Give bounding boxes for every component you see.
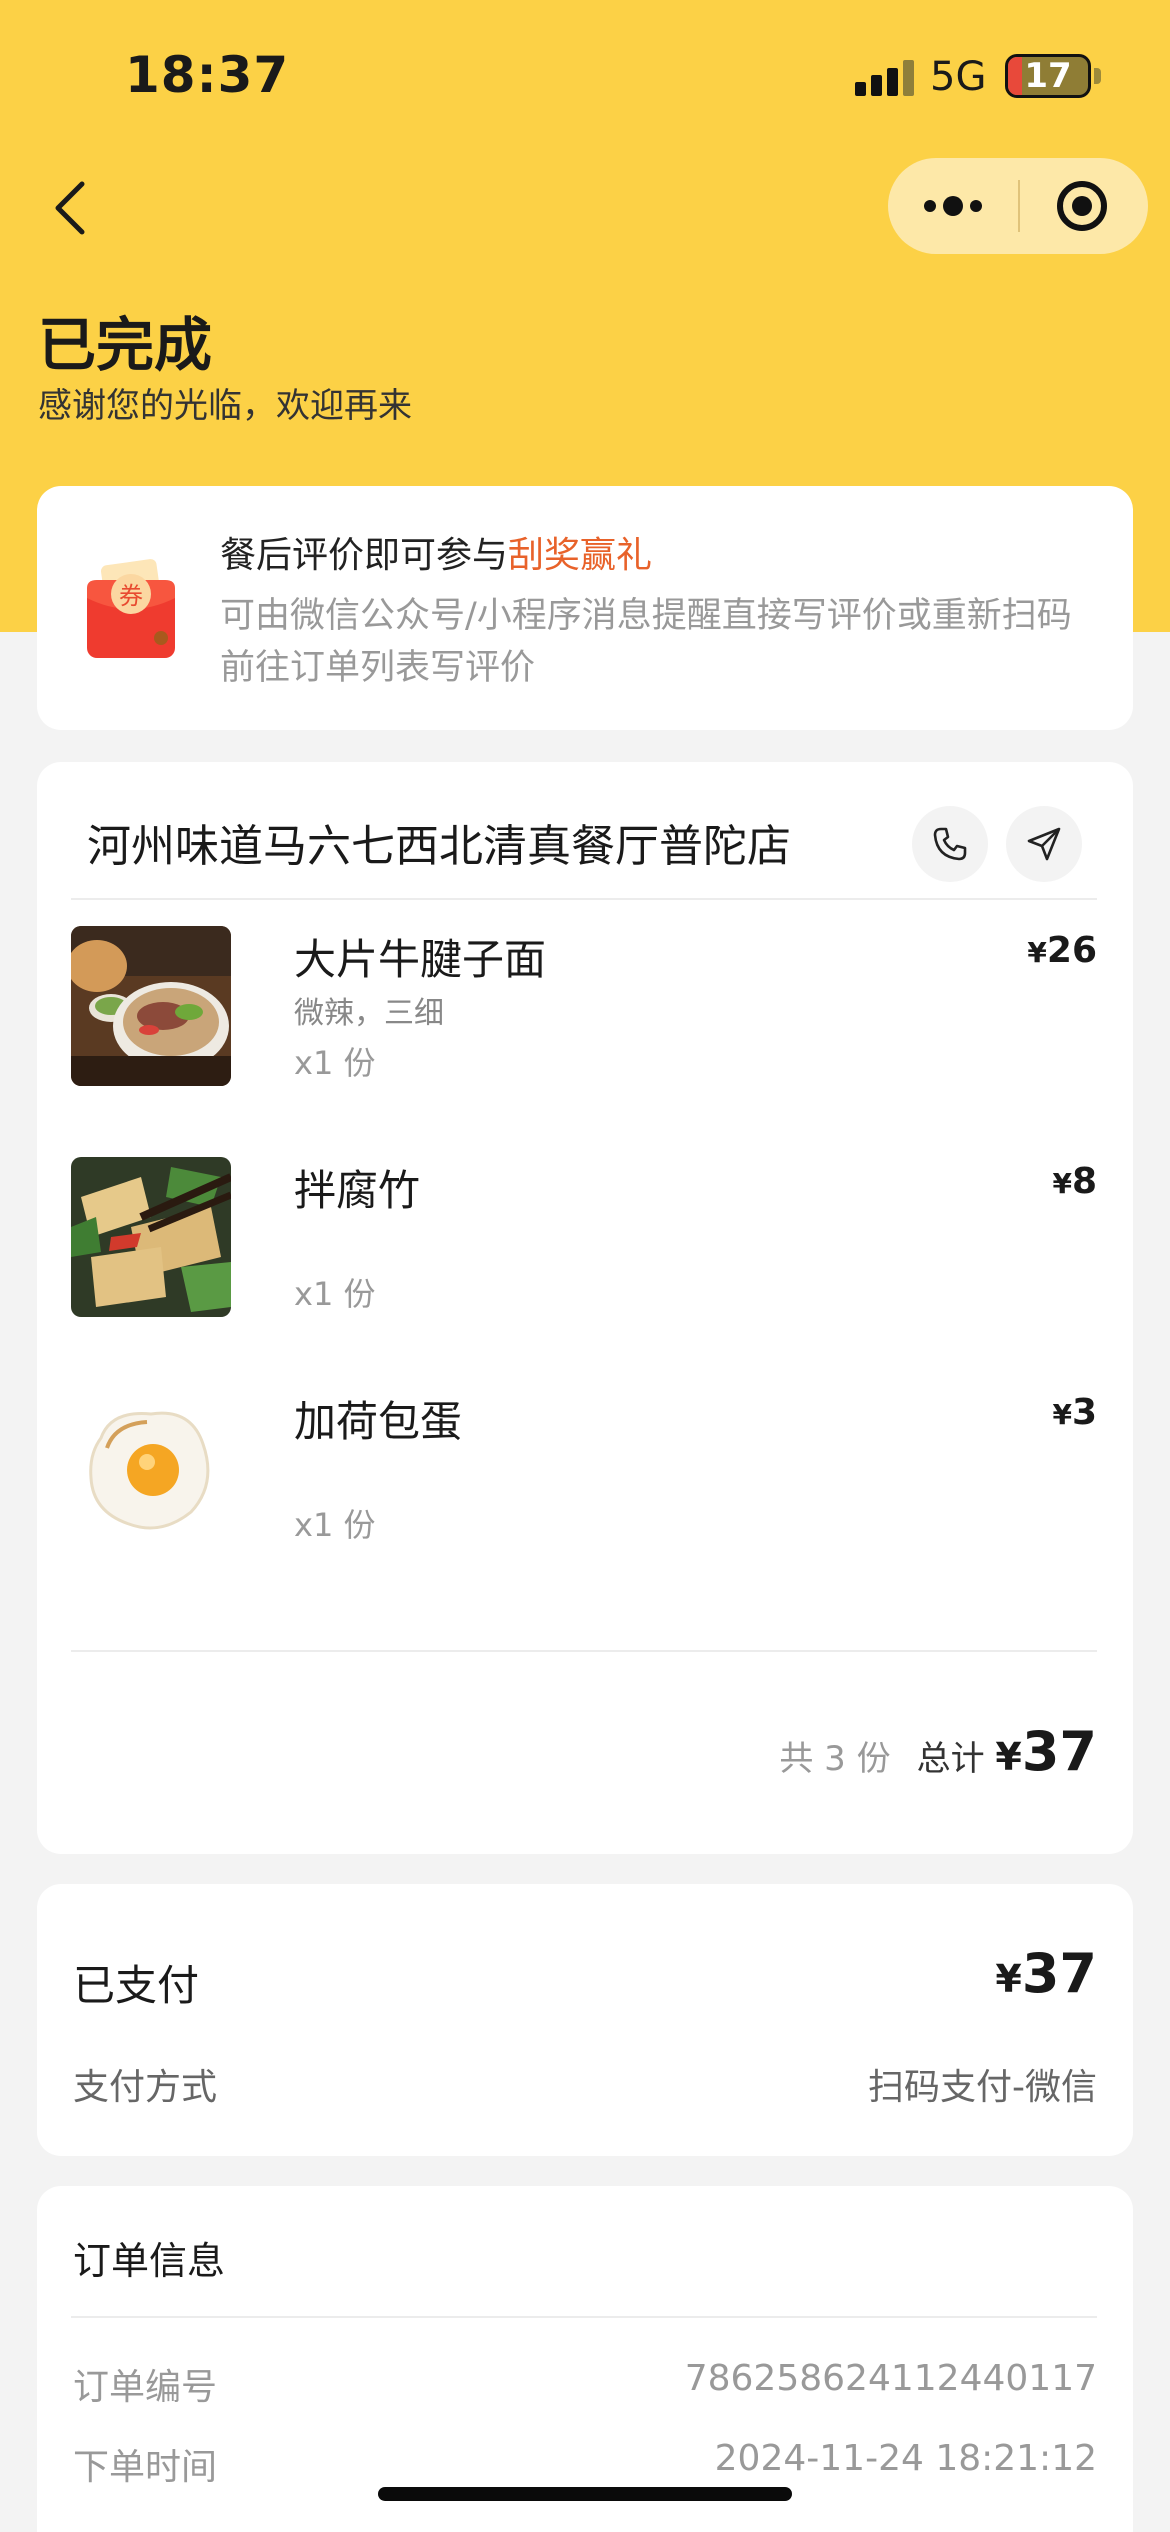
order-item[interactable]: 加荷包蛋 x1 份 ¥3 xyxy=(71,1388,1097,1548)
promo-description: 可由微信公众号/小程序消息提醒直接写评价或重新扫码前往订单列表写评价 xyxy=(220,596,1072,688)
currency-symbol: ¥ xyxy=(1027,936,1047,969)
network-label: 5G xyxy=(930,54,987,100)
order-items-card: 河州味道马六七西北清真餐厅普陀店 大片牛腱子面 微辣，三细 x1 份 ¥26 拌… xyxy=(37,762,1133,1854)
item-spec: 微辣，三细 xyxy=(294,996,444,1031)
item-quantity: x1 份 xyxy=(294,1275,376,1313)
order-summary: 共 3 份总计 ¥37 xyxy=(779,1720,1097,1783)
chevron-left-icon xyxy=(55,181,85,235)
currency-symbol: ¥ xyxy=(995,1735,1022,1779)
summary-divider xyxy=(71,1650,1097,1652)
signal-icon xyxy=(855,60,915,96)
item-price-value: 26 xyxy=(1046,930,1097,971)
page-title: 已完成 xyxy=(38,311,213,379)
beef-noodle-photo xyxy=(71,926,231,1086)
status-bar: 18:37 5G 17 xyxy=(0,0,1170,150)
order-time-row: 下单时间 2024-11-24 18:21:12 xyxy=(73,2438,1097,2488)
page-subtitle: 感谢您的光临，欢迎再来 xyxy=(38,386,412,426)
currency-symbol: ¥ xyxy=(1052,1398,1072,1431)
order-time-value: 2024-11-24 18:21:12 xyxy=(714,2438,1097,2479)
payment-method-value: 扫码支付-微信 xyxy=(868,2067,1097,2108)
order-info-title: 订单信息 xyxy=(73,2239,226,2283)
store-divider xyxy=(71,898,1097,900)
item-name: 大片牛腱子面 xyxy=(294,935,547,984)
total-amount-value: 37 xyxy=(1021,1720,1097,1783)
coupon-icon-text: 券 xyxy=(119,582,143,610)
currency-symbol: ¥ xyxy=(1052,1167,1072,1200)
fried-egg-photo xyxy=(71,1388,231,1548)
battery-percent: 17 xyxy=(1024,56,1072,96)
red-packet-coupon-icon: 券 xyxy=(85,558,177,660)
paid-amount-value: 37 xyxy=(1021,1942,1097,2005)
item-price: ¥8 xyxy=(1052,1161,1097,1202)
store-name[interactable]: 河州味道马六七西北清真餐厅普陀店 xyxy=(87,810,791,874)
more-dots-icon[interactable] xyxy=(888,158,1018,254)
home-indicator[interactable] xyxy=(378,2487,792,2501)
total-label: 总计 xyxy=(916,1739,985,1779)
mini-program-capsule xyxy=(888,158,1148,254)
item-price-value: 3 xyxy=(1071,1392,1097,1433)
item-name: 拌腐竹 xyxy=(294,1166,421,1215)
battery-icon: 17 xyxy=(1005,54,1091,98)
payment-card: 已支付 ¥37 支付方式 扫码支付-微信 xyxy=(37,1884,1133,2156)
paid-label: 已支付 xyxy=(73,1961,200,2010)
item-price-value: 8 xyxy=(1071,1161,1097,1202)
currency-symbol: ¥ xyxy=(995,1957,1022,2001)
info-label: 下单时间 xyxy=(73,2447,218,2488)
order-info-card: 订单信息 订单编号 786258624112440117 下单时间 2024-1… xyxy=(37,2186,1133,2532)
item-price: ¥3 xyxy=(1052,1392,1097,1433)
item-quantity: x1 份 xyxy=(294,1506,376,1544)
promo-title: 餐后评价即可参与刮奖赢礼 xyxy=(220,526,652,578)
phone-icon xyxy=(933,827,967,861)
item-quantity: x1 份 xyxy=(294,1044,376,1082)
call-store-button[interactable] xyxy=(912,806,988,882)
battery-cap xyxy=(1094,68,1101,84)
item-price: ¥26 xyxy=(1027,930,1097,971)
info-label: 订单编号 xyxy=(73,2367,218,2408)
tofu-skin-salad-photo xyxy=(71,1157,231,1317)
order-number-value[interactable]: 786258624112440117 xyxy=(685,2358,1097,2399)
total-amount: ¥37 xyxy=(995,1720,1097,1783)
order-item[interactable]: 大片牛腱子面 微辣，三细 x1 份 ¥26 xyxy=(71,926,1097,1086)
back-button[interactable] xyxy=(38,168,108,248)
payment-method-label: 支付方式 xyxy=(73,2067,218,2108)
navigate-store-button[interactable] xyxy=(1006,806,1082,882)
order-item[interactable]: 拌腐竹 x1 份 ¥8 xyxy=(71,1157,1097,1317)
promo-title-accent: 刮奖赢礼 xyxy=(508,535,653,576)
navigation-arrow-icon xyxy=(1027,827,1061,861)
review-promo-card[interactable]: 券 餐后评价即可参与刮奖赢礼 可由微信公众号/小程序消息提醒直接写评价或重新扫码… xyxy=(37,486,1133,730)
item-name: 加荷包蛋 xyxy=(294,1397,463,1446)
item-count: 共 3 份 xyxy=(779,1739,891,1779)
order-info-divider xyxy=(71,2316,1097,2318)
order-number-row: 订单编号 786258624112440117 xyxy=(73,2358,1097,2408)
mini-program-close-icon[interactable] xyxy=(1020,158,1148,254)
paid-amount: ¥37 xyxy=(995,1942,1097,2005)
promo-title-prefix: 餐后评价即可参与 xyxy=(220,535,509,576)
order-detail-page: 18:37 5G 17 已完成 感谢您的光临，欢迎再来 券 餐后评价即可参与刮奖… xyxy=(0,0,1170,2532)
status-time: 18:37 xyxy=(125,46,290,104)
